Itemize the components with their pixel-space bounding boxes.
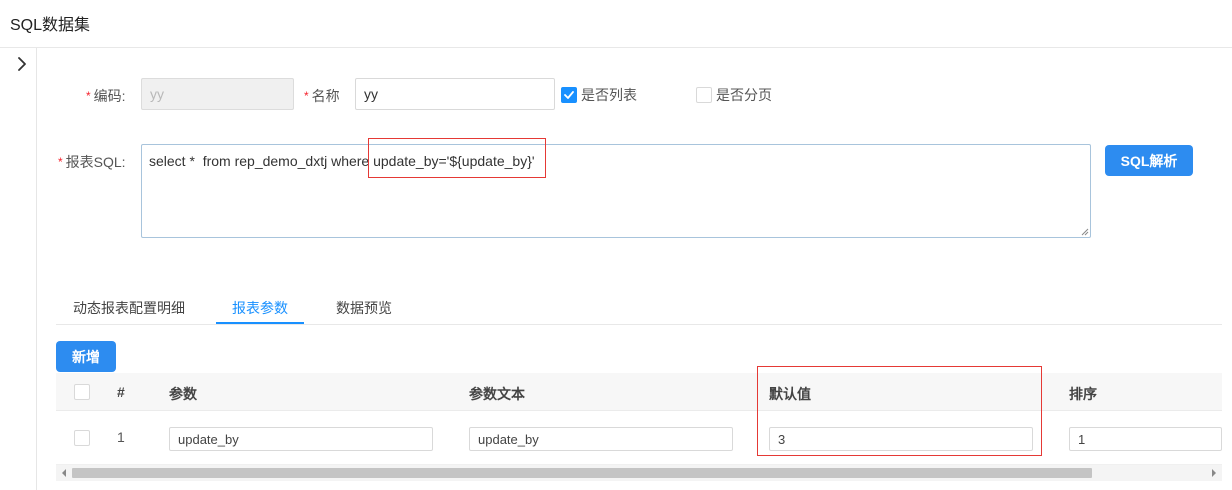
- is-list-checkbox[interactable]: 是否列表: [561, 85, 637, 105]
- scroll-left-button[interactable]: [56, 465, 72, 481]
- add-button[interactable]: 新增: [56, 341, 116, 372]
- resize-grip-icon[interactable]: [1080, 227, 1089, 236]
- order-input[interactable]: [1069, 427, 1222, 451]
- expand-sidebar-button[interactable]: [12, 54, 32, 74]
- checkbox-box[interactable]: [561, 87, 577, 103]
- checkbox-box[interactable]: [696, 87, 712, 103]
- tab-report-params[interactable]: 报表参数: [232, 298, 288, 318]
- active-tab-indicator: [216, 322, 304, 324]
- default-value-input[interactable]: [769, 427, 1033, 451]
- param-text-input[interactable]: [469, 427, 733, 451]
- required-mark: *: [58, 155, 63, 169]
- page-header: SQL数据集: [0, 0, 1232, 48]
- param-input[interactable]: [169, 427, 433, 451]
- caret-right-icon: [1212, 469, 1216, 477]
- is-paged-label: 是否分页: [716, 87, 772, 103]
- required-mark: *: [86, 89, 91, 103]
- name-input[interactable]: [355, 78, 555, 110]
- caret-left-icon: [62, 469, 66, 477]
- check-icon: [564, 91, 574, 99]
- scroll-thumb[interactable]: [72, 468, 1092, 478]
- name-label: * 名称: [304, 88, 340, 104]
- scroll-right-button[interactable]: [1206, 465, 1222, 481]
- is-paged-checkbox[interactable]: 是否分页: [696, 85, 772, 105]
- sql-parse-button[interactable]: SQL解析: [1105, 145, 1193, 176]
- select-all-checkbox[interactable]: [74, 384, 90, 400]
- code-label: * 编码:: [86, 88, 126, 104]
- tab-config-detail[interactable]: 动态报表配置明细: [73, 298, 185, 318]
- chevron-right-icon: [18, 57, 26, 71]
- table-header: # 参数 参数文本 默认值 排序: [56, 373, 1222, 411]
- required-mark: *: [304, 89, 309, 103]
- tab-data-preview[interactable]: 数据预览: [336, 298, 392, 318]
- column-header-param-text: 参数文本: [469, 386, 525, 402]
- column-header-order: 排序: [1069, 386, 1097, 402]
- page-title: SQL数据集: [10, 17, 91, 34]
- row-index: 1: [117, 429, 125, 445]
- column-header-default-value: 默认值: [769, 386, 811, 402]
- column-header-param: 参数: [169, 386, 197, 402]
- row-checkbox[interactable]: [74, 430, 90, 446]
- sidebar-divider: [36, 48, 37, 490]
- horizontal-scrollbar[interactable]: [56, 465, 1222, 481]
- table-row: 1: [56, 411, 1222, 465]
- tab-bar: 动态报表配置明细 报表参数 数据预览: [56, 290, 1222, 325]
- sql-label: * 报表SQL:: [58, 154, 126, 170]
- column-header-index: #: [117, 384, 125, 400]
- sql-textarea[interactable]: select * from rep_demo_dxtj where update…: [141, 144, 1091, 238]
- code-input[interactable]: [141, 78, 294, 110]
- is-list-label: 是否列表: [581, 87, 637, 103]
